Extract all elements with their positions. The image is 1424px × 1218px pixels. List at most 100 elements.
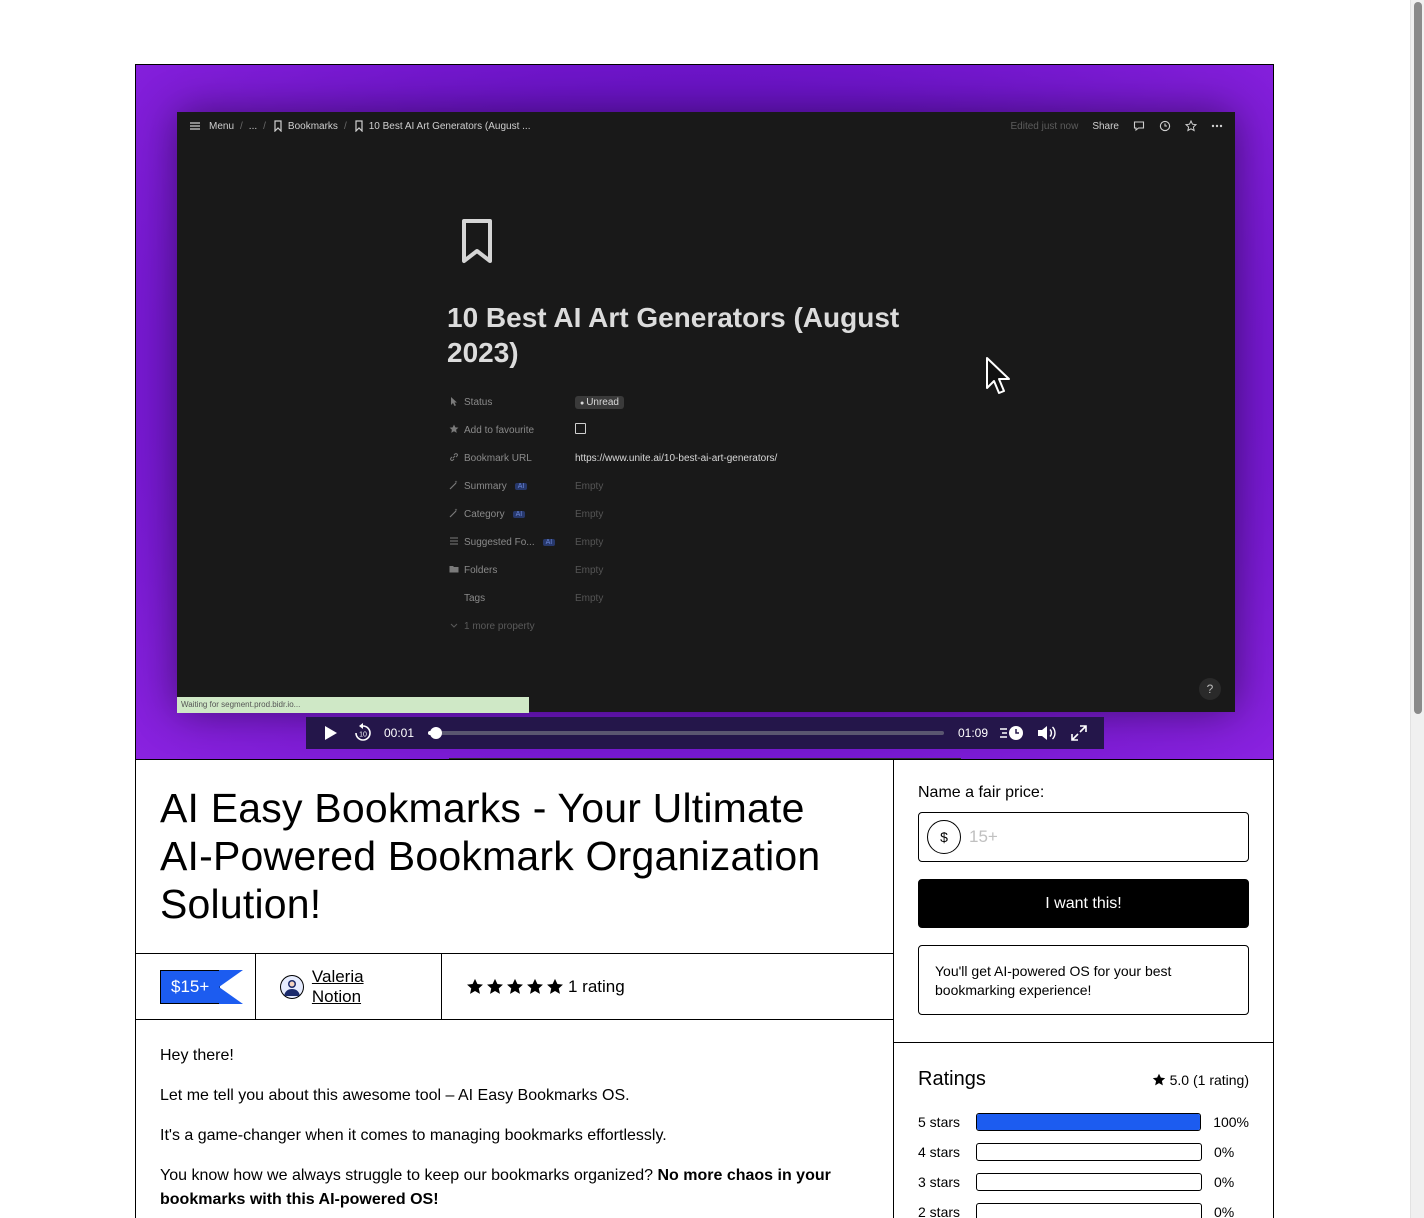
share-label: Share <box>1092 120 1119 132</box>
section-divider <box>894 1042 1273 1043</box>
rating-row-percent: 0% <box>1214 1204 1235 1218</box>
seek-bar[interactable] <box>428 727 944 739</box>
property-row: Summary AI Empty <box>449 472 969 500</box>
user-avatar-icon <box>283 979 300 996</box>
product-title: AI Easy Bookmarks - Your Ultimate AI-Pow… <box>160 785 821 927</box>
fullscreen-icon <box>1071 725 1087 741</box>
rating-row: 2 stars 0% <box>918 1197 1249 1218</box>
breadcrumb-menu: Menu <box>209 120 235 132</box>
product-meta-bar: $15+ Valeria Notion 1 rating <box>136 953 893 1020</box>
property-label: Folders <box>449 564 575 577</box>
rating-row-label: 5 stars <box>918 1114 961 1130</box>
property-list: Status ● Unread Add to favourite Bookmark U… <box>449 388 969 759</box>
more-icon <box>1211 124 1223 128</box>
page-scrollbar[interactable] <box>1410 0 1424 1218</box>
rewind-10-button[interactable]: 10 <box>352 722 374 744</box>
price-badge: $15+ <box>160 969 244 1004</box>
star-icon <box>1152 1073 1165 1085</box>
property-label: Status <box>449 396 575 409</box>
rating-row-percent: 0% <box>1214 1174 1235 1190</box>
status-pill: ● Unread <box>575 395 624 409</box>
rating-bar-fill <box>976 1114 1201 1130</box>
bookmark-icon <box>355 120 363 132</box>
property-row: Status ● Unread <box>449 388 969 416</box>
property-row: Folders Empty <box>449 556 969 584</box>
product-description: Hey there! Let me tell you about this aw… <box>160 1044 872 1218</box>
breadcrumb-bookmarks: Bookmarks <box>287 120 338 132</box>
rewind-10-icon: 10 <box>355 723 371 741</box>
ai-badge: AI <box>512 510 526 518</box>
notion-topbar: Menu / ... / Bookmarks / 10 Best AI Art … <box>177 112 1235 140</box>
description-paragraph: It's a game-changer when it comes to man… <box>160 1127 667 1144</box>
clock-icon <box>1159 120 1171 132</box>
creator-cell: Valeria Notion <box>256 954 442 1019</box>
browser-status-bar: Waiting for segment.prod.bidr.io... <box>177 697 529 713</box>
property-label-text: Status <box>464 396 493 408</box>
ai-badge: AI <box>542 538 556 546</box>
playback-speed-button[interactable] <box>998 722 1026 744</box>
property-value: Empty <box>575 480 604 492</box>
product-summary: You'll get AI-powered OS for your best b… <box>918 945 1249 1015</box>
avatar[interactable] <box>280 974 304 999</box>
property-value: Empty <box>575 536 604 548</box>
bookmark-icon <box>274 120 282 132</box>
edited-status: Edited just now <box>1010 120 1079 132</box>
price-input[interactable] <box>969 827 1169 847</box>
video-frame: Menu / ... / Bookmarks / 10 Best AI Art … <box>177 112 1235 759</box>
property-value <box>575 423 586 437</box>
property-value: Empty <box>575 592 604 604</box>
property-value: Empty <box>575 564 604 576</box>
star-icon <box>487 978 503 994</box>
favourite-checkbox <box>575 423 586 434</box>
buy-button[interactable]: I want this! <box>918 879 1249 928</box>
rating-row-label: 4 stars <box>918 1144 961 1160</box>
property-row: Category AI Empty <box>449 500 969 528</box>
price-cell: $15+ <box>136 954 256 1019</box>
description-paragraph: Hey there! <box>160 1047 234 1064</box>
product-video[interactable]: Menu / ... / Bookmarks / 10 Best AI Art … <box>136 65 1273 760</box>
rating-row-percent: 0% <box>1214 1144 1235 1160</box>
rating-row-percent: 100% <box>1213 1114 1249 1130</box>
property-divider <box>449 758 961 759</box>
property-label: 1 more property <box>449 620 575 633</box>
play-button[interactable] <box>320 722 342 744</box>
currency-symbol: $ <box>927 820 961 854</box>
description-text: You know how we always struggle to keep … <box>160 1167 658 1184</box>
property-value: ● Unread <box>575 395 624 409</box>
mouse-cursor-icon <box>986 357 1010 394</box>
star-icon <box>1185 120 1197 132</box>
purchase-panel: Name a fair price: $ I want this! You'll… <box>894 760 1273 1218</box>
scrollbar-thumb[interactable] <box>1414 2 1422 714</box>
product-card: Menu / ... / Bookmarks / 10 Best AI Art … <box>135 64 1274 1218</box>
property-label: Bookmark URL <box>449 452 575 465</box>
rating-cell[interactable]: 1 rating <box>442 954 649 1019</box>
rating-row-label: 2 stars <box>918 1204 961 1218</box>
star-icon <box>527 978 543 994</box>
property-label-text: Suggested Fo... <box>464 536 535 548</box>
price-field[interactable]: $ <box>918 812 1249 862</box>
property-label-text: Folders <box>464 564 498 576</box>
chevron-down-icon <box>449 620 459 633</box>
rating-row-label: 3 stars <box>918 1174 961 1190</box>
volume-button[interactable] <box>1036 722 1058 744</box>
rating-breakdown: 5 stars 100% 4 stars 0% 3 stars 0% 2 stars 0% <box>918 1107 1249 1218</box>
rating-bar <box>975 1113 1202 1131</box>
property-label-text: 1 more property <box>464 620 535 632</box>
fullscreen-button[interactable] <box>1068 722 1090 744</box>
comment-icon <box>1133 121 1145 132</box>
property-row: Suggested Fo... AI Empty <box>449 528 969 556</box>
rating-bar <box>976 1173 1202 1191</box>
creator-link[interactable]: Valeria Notion <box>312 967 417 1007</box>
breadcrumb-ellipsis: ... <box>248 120 258 132</box>
price-label: Name a fair price: <box>918 784 1045 801</box>
rating-row: 5 stars 100% <box>918 1107 1249 1137</box>
property-row: 1 more property <box>449 612 969 640</box>
play-icon <box>325 726 337 740</box>
star-icon <box>449 424 459 437</box>
property-label-text: Bookmark URL <box>464 452 532 464</box>
property-value: Empty <box>575 508 604 520</box>
property-label-text: Add to favourite <box>464 424 535 436</box>
seek-handle[interactable] <box>429 727 442 739</box>
hamburger-icon <box>190 122 200 130</box>
speed-icon <box>1000 726 1023 740</box>
